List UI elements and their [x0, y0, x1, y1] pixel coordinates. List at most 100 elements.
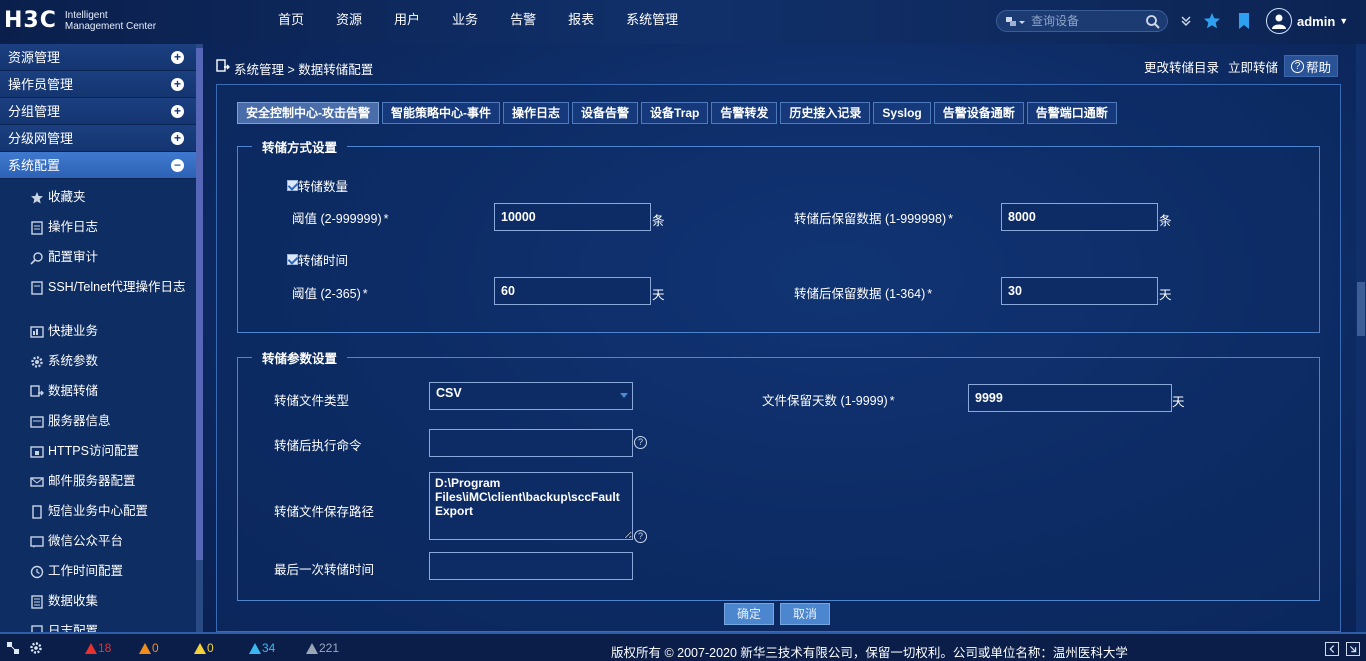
expand-icon[interactable]: +: [171, 51, 184, 64]
ok-button[interactable]: 确定: [724, 603, 774, 625]
sidebar-scrollbar-thumb[interactable]: [196, 48, 203, 560]
sms-icon: [32, 505, 42, 519]
settings-icon[interactable]: [29, 641, 43, 655]
expand-icon[interactable]: +: [171, 132, 184, 145]
fullscreen-icon[interactable]: [1346, 642, 1360, 656]
sidebar-item-quick-service[interactable]: 快捷业务: [0, 317, 196, 347]
time-threshold-input[interactable]: [494, 277, 651, 305]
page-scrollbar[interactable]: [1356, 44, 1366, 632]
save-path-help-icon[interactable]: ?: [634, 530, 647, 543]
last-dump-time-input[interactable]: [429, 552, 633, 580]
sidebar-item-system-params[interactable]: 系统参数: [0, 347, 196, 377]
count-retain-input[interactable]: [1001, 203, 1158, 231]
sidebar-item-config-audit[interactable]: 配置审计: [0, 243, 196, 273]
nav-system-management[interactable]: 系统管理: [610, 0, 694, 40]
page-scrollbar-thumb[interactable]: [1357, 282, 1365, 336]
user-menu[interactable]: admin ▼: [1266, 8, 1348, 34]
sidebar-item-sms-center[interactable]: 短信业务中心配置: [0, 497, 196, 527]
favorite-star-icon[interactable]: [1203, 12, 1221, 30]
post-command-help-icon[interactable]: ?: [634, 436, 647, 449]
change-dump-dir-link[interactable]: 更改转储目录: [1144, 57, 1219, 76]
tab-syslog[interactable]: Syslog: [873, 102, 931, 124]
sidebar-group-operator-management[interactable]: 操作员管理 +: [0, 71, 196, 98]
alarm-critical-count[interactable]: 18: [85, 641, 111, 655]
data-dump-icon: [30, 385, 44, 397]
nav-resource[interactable]: 资源: [320, 0, 378, 40]
sidebar-item-label: 数据转储: [48, 384, 99, 398]
sidebar-item-ssh-telnet-log[interactable]: SSH/Telnet代理操作日志: [0, 273, 196, 317]
sidebar-item-data-collect[interactable]: 数据收集: [0, 587, 196, 617]
logo-sub-line1: Intelligent: [64, 9, 108, 21]
clock-icon: [30, 565, 44, 579]
sidebar-item-label: HTTPS访问配置: [48, 444, 139, 458]
topology-icon[interactable]: [6, 641, 20, 655]
count-threshold-label: 阈值 (2-999999) *: [292, 208, 389, 227]
critical-alarm-icon: [85, 642, 97, 654]
tab-port-connectivity-alarm[interactable]: 告警端口通断: [1026, 102, 1117, 124]
count-retain-label: 转储后保留数据 (1-999998) *: [794, 208, 953, 227]
tab-device-connectivity-alarm[interactable]: 告警设备通断: [933, 102, 1024, 124]
collapse-icon[interactable]: −: [171, 159, 184, 172]
expand-icon[interactable]: +: [171, 105, 184, 118]
sidebar-item-mail-server[interactable]: 邮件服务器配置: [0, 467, 196, 497]
sidebar-group-hierarchical-nms[interactable]: 分级网管理 +: [0, 125, 196, 152]
sidebar-item-wechat[interactable]: 微信公众平台: [0, 527, 196, 557]
device-search: [996, 10, 1168, 32]
sidebar-scrollbar[interactable]: [196, 44, 203, 632]
dump-tabs: 安全控制中心-攻击告警 智能策略中心-事件 操作日志 设备告警 设备Trap 告…: [237, 102, 1120, 124]
sidebar-item-label: 收藏夹: [48, 190, 86, 204]
tab-operation-log[interactable]: 操作日志: [503, 102, 570, 124]
post-command-input[interactable]: [429, 429, 633, 457]
sidebar-group-system-config[interactable]: 系统配置 −: [0, 152, 196, 179]
tab-access-history[interactable]: 历史接入记录: [780, 102, 871, 124]
search-icon[interactable]: [1145, 14, 1161, 30]
sidebar-item-server-info[interactable]: 服务器信息: [0, 407, 196, 437]
sidebar-item-label: 工作时间配置: [48, 564, 124, 578]
nav-service[interactable]: 业务: [436, 0, 494, 40]
collect-icon: [31, 595, 43, 609]
save-path-textarea[interactable]: [429, 472, 633, 540]
alarm-minor-count[interactable]: 0: [194, 641, 214, 655]
main-nav: 首页 资源 用户 业务 告警 报表 系统管理: [262, 0, 694, 44]
nav-user[interactable]: 用户: [378, 0, 436, 40]
tab-security-attack-alarm[interactable]: 安全控制中心-攻击告警: [237, 102, 379, 124]
tab-device-alarm[interactable]: 设备告警: [572, 102, 639, 124]
alarm-major-count[interactable]: 0: [139, 641, 159, 655]
by-time-checkbox[interactable]: [287, 254, 298, 265]
alarm-info-count[interactable]: 221: [306, 641, 339, 655]
count-threshold-input[interactable]: [494, 203, 651, 231]
sidebar: 资源管理 + 操作员管理 + 分组管理 + 分级网管理 + 系统配置 − 收藏夹…: [0, 44, 196, 632]
tab-device-trap[interactable]: 设备Trap: [641, 102, 709, 124]
nav-alarm[interactable]: 告警: [494, 0, 552, 40]
tab-alarm-forward[interactable]: 告警转发: [711, 102, 778, 124]
retain-days-input[interactable]: [968, 384, 1172, 412]
logo[interactable]: H3C Intelligent Management Center: [4, 8, 156, 33]
alarm-major-value: 0: [152, 641, 159, 655]
nav-home[interactable]: 首页: [262, 0, 320, 40]
sidebar-item-log-config[interactable]: 日志配置: [0, 617, 196, 632]
sidebar-item-work-time[interactable]: 工作时间配置: [0, 557, 196, 587]
cancel-button[interactable]: 取消: [780, 603, 830, 625]
sidebar-item-favorites[interactable]: 收藏夹: [0, 183, 196, 213]
search-scope-icon[interactable]: [1005, 15, 1027, 29]
by-time-option[interactable]: 转储时间: [287, 250, 348, 269]
dump-now-link[interactable]: 立即转储: [1228, 57, 1278, 76]
dock-left-icon[interactable]: [1325, 642, 1339, 656]
sidebar-group-group-management[interactable]: 分组管理 +: [0, 98, 196, 125]
bookmark-icon[interactable]: [1235, 12, 1253, 30]
sidebar-item-https-config[interactable]: HTTPS访问配置: [0, 437, 196, 467]
help-button[interactable]: ? 帮助: [1283, 55, 1338, 77]
search-input[interactable]: [1031, 13, 1141, 29]
sidebar-item-operation-log[interactable]: 操作日志: [0, 213, 196, 243]
by-count-option[interactable]: 转储数量: [287, 176, 348, 195]
tab-policy-center-event[interactable]: 智能策略中心-事件: [382, 102, 500, 124]
sidebar-item-data-dump[interactable]: 数据转储: [0, 377, 196, 407]
alarm-warning-count[interactable]: 34: [249, 641, 275, 655]
by-count-checkbox[interactable]: [287, 180, 298, 191]
chevron-double-down-icon[interactable]: [1177, 12, 1195, 30]
nav-report[interactable]: 报表: [552, 0, 610, 40]
file-type-select[interactable]: CSV: [429, 382, 633, 410]
sidebar-group-resource-management[interactable]: 资源管理 +: [0, 44, 196, 71]
time-retain-input[interactable]: [1001, 277, 1158, 305]
expand-icon[interactable]: +: [171, 78, 184, 91]
